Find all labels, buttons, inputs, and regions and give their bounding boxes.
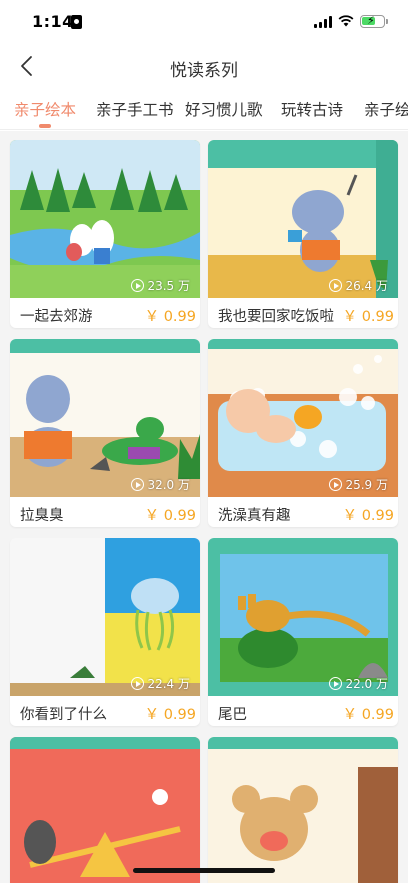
book-card[interactable]: 22.0 万 尾巴 ￥ 0.99 xyxy=(208,538,398,726)
book-title: 洗澡真有趣 xyxy=(218,508,291,524)
book-card[interactable] xyxy=(10,737,200,883)
book-title: 一起去郊游 xyxy=(20,309,93,325)
cellular-signal-icon xyxy=(314,16,332,28)
book-price: ￥ 0.99 xyxy=(144,707,196,723)
orientation-lock-icon xyxy=(71,15,82,29)
tab-handcraft-books[interactable]: 亲子手工书 xyxy=(96,98,174,120)
tab-ancient-poems[interactable]: 玩转古诗 xyxy=(281,98,343,120)
book-price: ￥ 0.99 xyxy=(342,309,394,325)
book-card[interactable]: 26.4 万 我也要回家吃饭啦 ￥ 0.99 xyxy=(208,140,398,328)
navigation-bar: 悦读系列 xyxy=(0,44,408,88)
book-cover-image xyxy=(208,737,398,883)
book-cover-image: 26.4 万 xyxy=(208,140,398,298)
category-tabs: 亲子绘本 亲子手工书 好习惯儿歌 玩转古诗 亲子绘 xyxy=(0,88,408,130)
play-icon xyxy=(329,478,343,491)
book-price: ￥ 0.99 xyxy=(342,508,394,524)
tab-picture-books[interactable]: 亲子绘本 xyxy=(14,98,76,120)
book-cover-image xyxy=(10,737,200,883)
book-card[interactable]: 25.9 万 洗澡真有趣 ￥ 0.99 xyxy=(208,339,398,527)
play-icon xyxy=(131,677,145,690)
page-title: 悦读系列 xyxy=(170,61,238,81)
play-icon xyxy=(131,279,145,292)
wifi-icon xyxy=(338,15,354,27)
book-cover-image: 22.4 万 xyxy=(10,538,200,696)
play-count: 26.4 万 xyxy=(329,277,388,294)
battery-charging-icon: ⚡ xyxy=(360,14,388,28)
book-cover-image: 22.0 万 xyxy=(208,538,398,696)
book-cover-image: 32.0 万 xyxy=(10,339,200,497)
book-grid[interactable]: 23.5 万 一起去郊游 ￥ 0.99 26.4 万 我也要回家吃饭啦 ￥ 0.… xyxy=(0,131,408,883)
play-icon xyxy=(329,279,343,292)
book-card[interactable]: 22.4 万 你看到了什么 ￥ 0.99 xyxy=(10,538,200,726)
book-price: ￥ 0.99 xyxy=(144,309,196,325)
book-card[interactable] xyxy=(208,737,398,883)
play-count: 25.9 万 xyxy=(329,476,388,493)
play-count: 22.4 万 xyxy=(131,675,190,692)
home-indicator xyxy=(133,868,275,873)
play-count: 23.5 万 xyxy=(131,277,190,294)
book-card[interactable]: 32.0 万 拉臭臭 ￥ 0.99 xyxy=(10,339,200,527)
status-bar: 1:14 ⚡ xyxy=(0,0,408,44)
book-price: ￥ 0.99 xyxy=(342,707,394,723)
book-title: 尾巴 xyxy=(218,707,247,723)
book-title: 你看到了什么 xyxy=(20,707,107,723)
status-time: 1:14 xyxy=(32,12,74,31)
play-count: 22.0 万 xyxy=(329,675,388,692)
play-icon xyxy=(329,677,343,690)
tab-good-habits-songs[interactable]: 好习惯儿歌 xyxy=(185,98,263,120)
play-icon xyxy=(131,478,145,491)
tab-more[interactable]: 亲子绘 xyxy=(364,98,408,120)
active-tab-indicator xyxy=(39,124,51,128)
book-cover-image: 23.5 万 xyxy=(10,140,200,298)
book-card[interactable]: 23.5 万 一起去郊游 ￥ 0.99 xyxy=(10,140,200,328)
book-cover-image: 25.9 万 xyxy=(208,339,398,497)
play-count: 32.0 万 xyxy=(131,476,190,493)
book-price: ￥ 0.99 xyxy=(144,508,196,524)
book-title: 我也要回家吃饭啦 xyxy=(218,309,334,325)
book-title: 拉臭臭 xyxy=(20,508,64,524)
